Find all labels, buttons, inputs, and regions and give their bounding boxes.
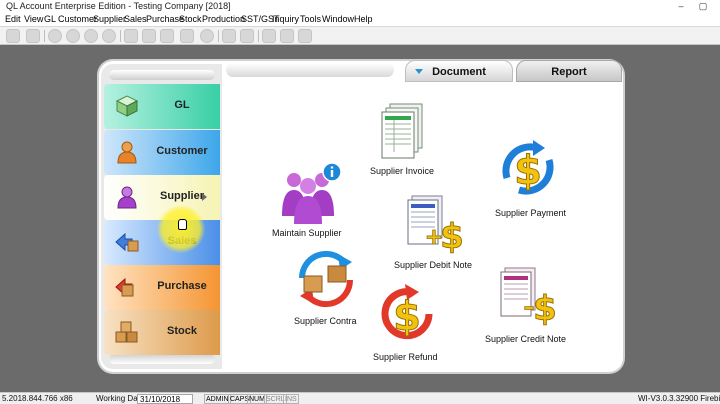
supplier-contra-item[interactable]: Supplier Contra xyxy=(292,248,362,328)
customer-person-icon xyxy=(117,141,137,164)
supplier-payment-icon: $ xyxy=(502,140,554,195)
supplier-debit-note-label: Supplier Debit Note xyxy=(394,260,473,270)
tab-document[interactable]: Document xyxy=(405,60,513,82)
next-record-icon[interactable] xyxy=(84,29,98,43)
svg-text:$: $ xyxy=(440,217,464,254)
delete-icon[interactable] xyxy=(160,29,174,43)
cancel-icon[interactable] xyxy=(200,29,214,43)
tab-report-label: Report xyxy=(551,66,587,78)
version-text: 5.2018.844.766 x86 xyxy=(2,394,73,403)
nav-label-purchase: Purchase xyxy=(157,280,207,292)
toolbar-separator xyxy=(120,30,121,42)
supplier-invoice-item[interactable]: Supplier Invoice xyxy=(368,102,440,178)
menu-stock[interactable]: Stock xyxy=(179,14,202,24)
filter-icon[interactable] xyxy=(240,29,254,43)
svg-text:$: $ xyxy=(533,289,557,326)
menu-gl[interactable]: GL xyxy=(44,14,56,24)
find-icon[interactable] xyxy=(222,29,236,43)
supplier-credit-note-label: Supplier Credit Note xyxy=(485,334,567,344)
menu-production[interactable]: Production xyxy=(202,14,245,24)
menu-customer[interactable]: Customer xyxy=(58,14,97,24)
supplier-person-icon xyxy=(117,186,137,209)
print-options-icon[interactable] xyxy=(280,29,294,43)
toolbar-separator xyxy=(218,30,219,42)
supplier-invoice-icon xyxy=(381,103,423,159)
restore-button[interactable]: ▢ xyxy=(694,0,712,12)
supplier-credit-note-item[interactable]: – $ Supplier Credit Note xyxy=(483,266,573,346)
menu-inquiry[interactable]: Inquiry xyxy=(272,14,299,24)
menu-help[interactable]: Help xyxy=(354,14,373,24)
gl-ledger-icon xyxy=(115,95,139,117)
open-icon[interactable] xyxy=(26,29,40,43)
ins-indicator: INS xyxy=(283,394,299,404)
supplier-payment-label: Supplier Payment xyxy=(495,208,567,218)
supplier-payment-item[interactable]: $ Supplier Payment xyxy=(493,138,571,220)
chevron-right-icon xyxy=(202,193,207,201)
maintain-supplier-item[interactable]: Maintain Supplier xyxy=(270,162,346,240)
working-date-field[interactable]: 31/10/2018 xyxy=(137,394,193,404)
sidebar-bottom-cap xyxy=(109,354,215,364)
menu-sales[interactable]: Sales xyxy=(124,14,147,24)
first-record-icon[interactable] xyxy=(48,29,62,43)
supplier-refund-icon: $ xyxy=(381,284,433,341)
supplier-refund-label: Supplier Refund xyxy=(373,352,438,362)
title-bar: QL Account Enterprise Edition - Testing … xyxy=(0,0,720,13)
supplier-debit-note-item[interactable]: + $ Supplier Debit Note xyxy=(392,194,478,274)
svg-text:$: $ xyxy=(393,294,421,340)
supplier-contra-label: Supplier Contra xyxy=(294,316,357,326)
nav-label-customer: Customer xyxy=(156,145,208,157)
preview-icon[interactable] xyxy=(298,29,312,43)
tab-strip xyxy=(226,63,394,77)
previous-record-icon[interactable] xyxy=(66,29,80,43)
sales-box-arrow-icon xyxy=(115,232,139,252)
edit-icon[interactable] xyxy=(142,29,156,43)
last-record-icon[interactable] xyxy=(102,29,116,43)
tab-document-label: Document xyxy=(432,66,486,78)
menu-edit[interactable]: Edit xyxy=(5,14,21,24)
purchase-box-arrow-icon xyxy=(115,277,134,297)
menu-bar: Edit View GL Customer Supplier Sales Pur… xyxy=(0,13,720,27)
toolbar-separator xyxy=(44,30,45,42)
database-version-text: WI-V3.0.3.32900 Firebird xyxy=(638,394,720,403)
menu-tools[interactable]: Tools xyxy=(300,14,321,24)
supplier-invoice-label: Supplier Invoice xyxy=(370,166,435,176)
tab-report[interactable]: Report xyxy=(516,60,622,82)
maintain-supplier-icon xyxy=(282,162,342,224)
nav-item-purchase[interactable]: Purchase xyxy=(104,265,220,310)
add-icon[interactable] xyxy=(124,29,138,43)
user-indicator: ADMIN xyxy=(204,394,231,404)
toolbar xyxy=(0,27,720,45)
nav-item-stock[interactable]: Stock xyxy=(104,310,220,355)
new-icon[interactable] xyxy=(6,29,20,43)
toolbar-separator xyxy=(258,30,259,42)
menu-view[interactable]: View xyxy=(24,14,43,24)
maintain-supplier-label: Maintain Supplier xyxy=(272,228,342,238)
hand-cursor-icon xyxy=(178,219,187,230)
nav-label-stock: Stock xyxy=(167,325,197,337)
supplier-debit-note-icon: + $ xyxy=(407,195,464,254)
triangle-down-icon xyxy=(415,69,423,74)
nav-item-customer[interactable]: Customer xyxy=(104,130,220,175)
menu-window[interactable]: Window xyxy=(322,14,354,24)
supplier-credit-note-icon: – $ xyxy=(500,267,557,326)
minimize-button[interactable]: – xyxy=(672,0,690,12)
supplier-refund-item[interactable]: $ Supplier Refund xyxy=(371,284,441,364)
nav-item-gl[interactable]: GL xyxy=(104,84,220,129)
menu-supplier[interactable]: Supplier xyxy=(93,14,126,24)
save-icon[interactable] xyxy=(180,29,194,43)
window-title: QL Account Enterprise Edition - Testing … xyxy=(6,1,231,11)
nav-label-supplier: Supplier xyxy=(159,190,204,202)
nav-label-gl: GL xyxy=(174,99,190,111)
stock-boxes-icon xyxy=(115,321,138,343)
sidebar-top-cap xyxy=(109,70,215,80)
status-bar: 5.2018.844.766 x86 Working Date 31/10/20… xyxy=(0,392,720,404)
svg-text:$: $ xyxy=(514,148,542,194)
supplier-contra-icon xyxy=(298,250,354,308)
print-icon[interactable] xyxy=(262,29,276,43)
